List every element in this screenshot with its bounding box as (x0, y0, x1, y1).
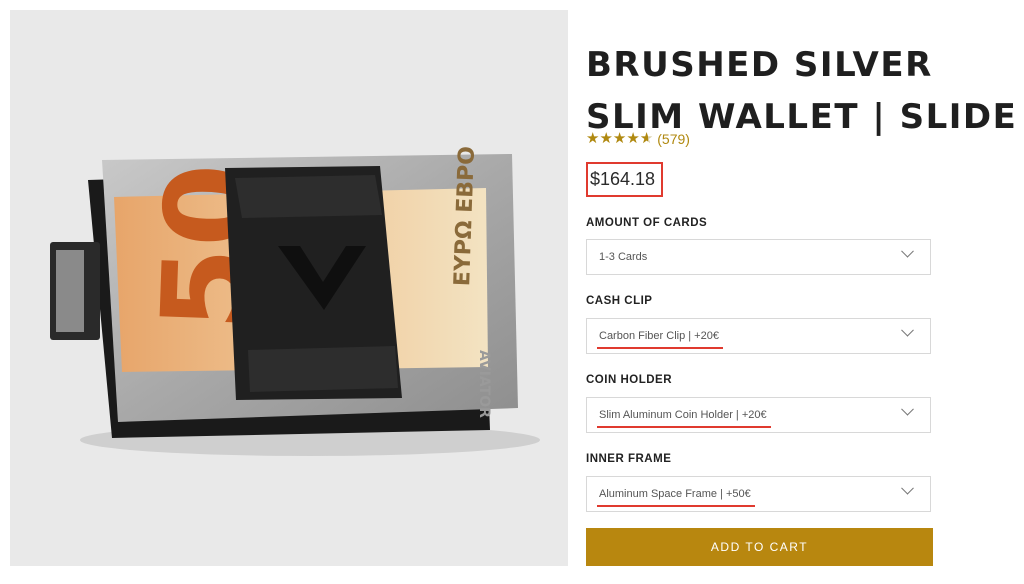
cards-select[interactable]: 1-3 Cards (586, 239, 931, 275)
add-to-cart-button[interactable]: ADD TO CART (586, 528, 933, 566)
inner-frame-select[interactable]: Aluminum Space Frame | +50€ (586, 476, 931, 512)
rating-stars: ★ ★ ★ ★ ★ (586, 130, 653, 148)
wallet-product-image: 50 ΕΥΡΩ ЕВРО AVIATOR (50, 146, 540, 456)
option-label-inner-frame: INNER FRAME (586, 453, 672, 465)
option-label-cards: AMOUNT OF CARDS (586, 217, 708, 229)
option-label-coin-holder: COIN HOLDER (586, 374, 672, 386)
coin-holder-select-value: Slim Aluminum Coin Holder | +20€ (597, 409, 771, 428)
cash-clip-select[interactable]: Carbon Fiber Clip | +20€ (586, 318, 931, 354)
product-rating[interactable]: ★ ★ ★ ★ ★ (579) (586, 130, 690, 148)
coin-holder-select[interactable]: Slim Aluminum Coin Holder | +20€ (586, 397, 931, 433)
inner-frame-select-value: Aluminum Space Frame | +50€ (597, 488, 755, 507)
product-price: $164.18 (586, 162, 664, 197)
cash-clip-select-value: Carbon Fiber Clip | +20€ (597, 330, 723, 349)
chevron-down-icon (901, 244, 914, 258)
banknote-text: ΕΥΡΩ ЕВРО (450, 146, 480, 287)
product-image-gallery[interactable]: 50 ΕΥΡΩ ЕВРО AVIATOR (10, 10, 568, 566)
cards-select-value: 1-3 Cards (599, 251, 648, 263)
rating-count[interactable]: (579) (657, 131, 690, 147)
star-icon: ★ (599, 130, 613, 147)
chevron-down-icon (901, 323, 914, 337)
star-icon: ★ (612, 130, 627, 147)
star-half-icon: ★ (640, 130, 653, 148)
option-label-cash-clip: CASH CLIP (586, 295, 653, 307)
star-icon: ★ (626, 130, 640, 147)
product-title: BRUSHED SILVER SLIM WALLET | SLIDE (586, 44, 1018, 137)
chevron-down-icon (901, 481, 914, 495)
star-icon: ★ (586, 130, 600, 147)
chevron-down-icon (901, 402, 914, 416)
brand-engraving: AVIATOR (476, 350, 492, 418)
